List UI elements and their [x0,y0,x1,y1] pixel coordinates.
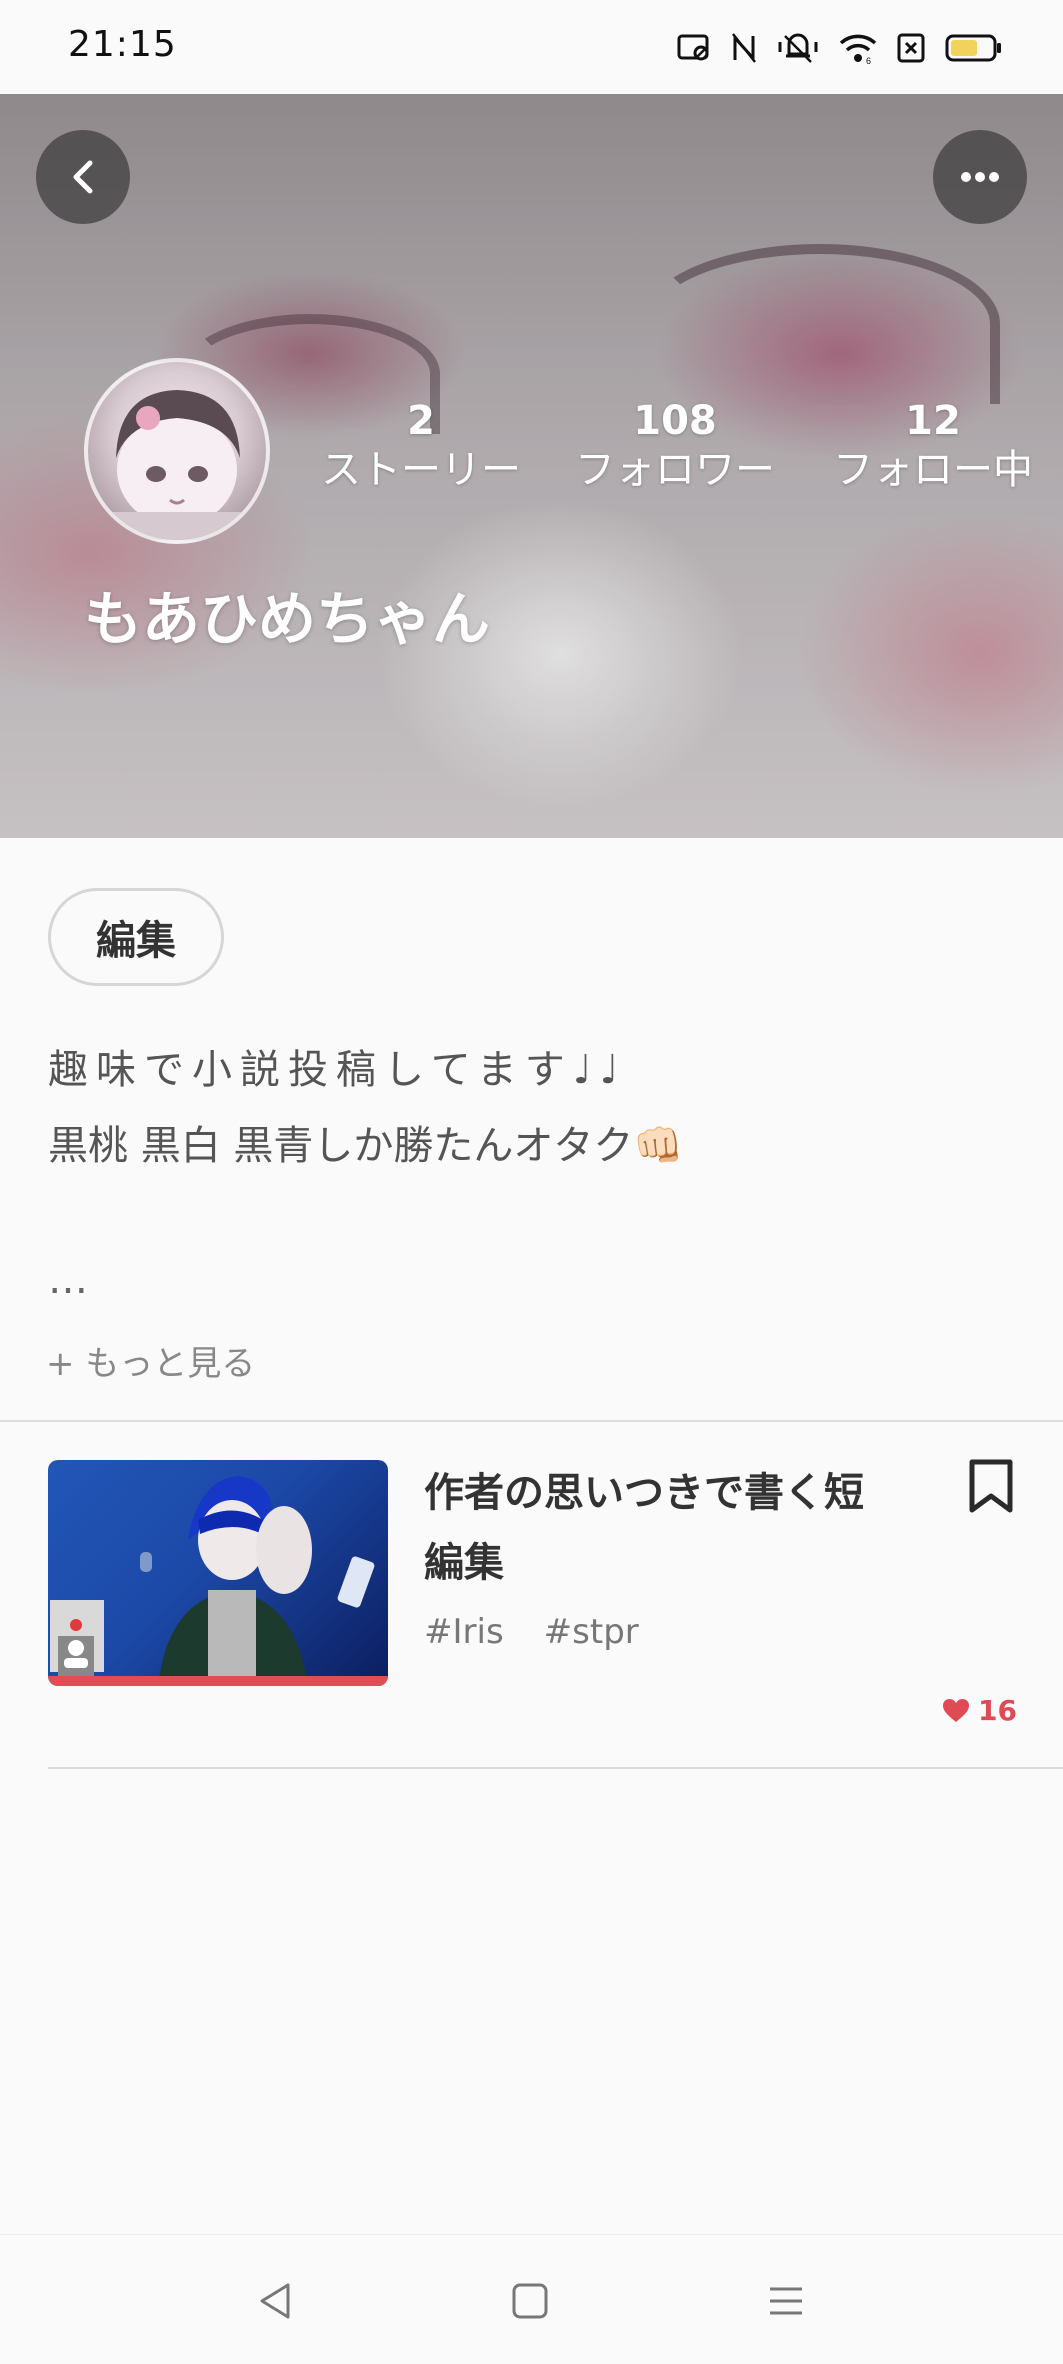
stat-followers-count: 108 [633,398,717,444]
story-card[interactable]: 作者の思いつきで書く短編集 #Iris #stpr 16 [0,1422,1063,1767]
vibrate-icon [778,33,818,63]
story-title[interactable]: 作者の思いつきで書く短編集 [424,1458,864,1598]
no-sim-icon [897,33,925,63]
bookmark-icon [969,1459,1013,1513]
bookmark-button[interactable] [966,1458,1016,1518]
bio: 趣味で小説投稿してます♩♩ 黒桃 黒白 黒青しか勝たんオタク👊🏻 … [48,1032,1028,1318]
stat-stories-count: 2 [407,398,435,444]
status-time: 21:15 [68,24,177,65]
stat-followers-label: フォロワー [575,447,775,493]
stat-stories-label: ストーリー [321,447,521,493]
nav-back-icon [260,2283,290,2319]
nav-menu-button[interactable] [762,2277,810,2325]
chevron-left-icon [73,160,93,194]
see-more-link[interactable]: + もっと見る [46,1336,255,1385]
avatar-image [88,390,266,540]
stat-following-label: フォロー中 [833,447,1033,493]
nfc-icon [732,33,756,63]
story-read-progress [48,1676,388,1686]
story-likes: 16 [942,1694,1017,1727]
nav-back-button[interactable] [252,2277,300,2325]
story-thumbnail[interactable] [48,1460,388,1686]
more-dots-icon [961,172,999,182]
avatar[interactable] [84,358,270,544]
likes-count: 16 [978,1694,1017,1727]
bio-line: 趣味で小説投稿してます♩♩ [48,1047,627,1093]
battery-icon [945,34,1001,62]
svg-text:6: 6 [866,56,871,64]
nav-home-button[interactable] [506,2277,554,2325]
heart-icon [943,1698,970,1722]
status-icons: 6 [677,26,1003,70]
nav-home-icon [512,2283,548,2319]
username: もあひめちゃん [84,585,491,653]
profile-header-banner: 2 ストーリー 108 フォロワー 12 フォロー中 もあひめちゃん [0,94,1063,838]
story-tag[interactable]: #Iris [424,1612,504,1652]
wifi-icon: 6 [839,34,877,64]
stat-stories[interactable]: 2 ストーリー [316,398,526,496]
story-tags: #Iris #stpr [424,1612,639,1652]
stat-following-count: 12 [905,398,961,444]
system-nav-bar [0,2234,1063,2364]
stat-followers[interactable]: 108 フォロワー [570,398,780,496]
edit-profile-button[interactable]: 編集 [48,888,224,986]
back-button[interactable] [36,130,130,224]
status-bar: 21:15 6 [0,0,1063,94]
nav-menu-icon [770,2287,802,2315]
profile-stats: 2 ストーリー 108 フォロワー 12 フォロー中 [316,398,1046,508]
more-options-button[interactable] [933,130,1027,224]
screen-cast-icon [677,34,709,61]
divider [48,1767,1063,1769]
bio-line: 黒桃 黒白 黒青しか勝たんオタク👊🏻 [48,1123,684,1169]
bio-ellipsis: … [48,1257,88,1303]
story-cover-art [50,1476,375,1686]
story-tag[interactable]: #stpr [544,1612,639,1652]
stat-following[interactable]: 12 フォロー中 [828,398,1038,496]
